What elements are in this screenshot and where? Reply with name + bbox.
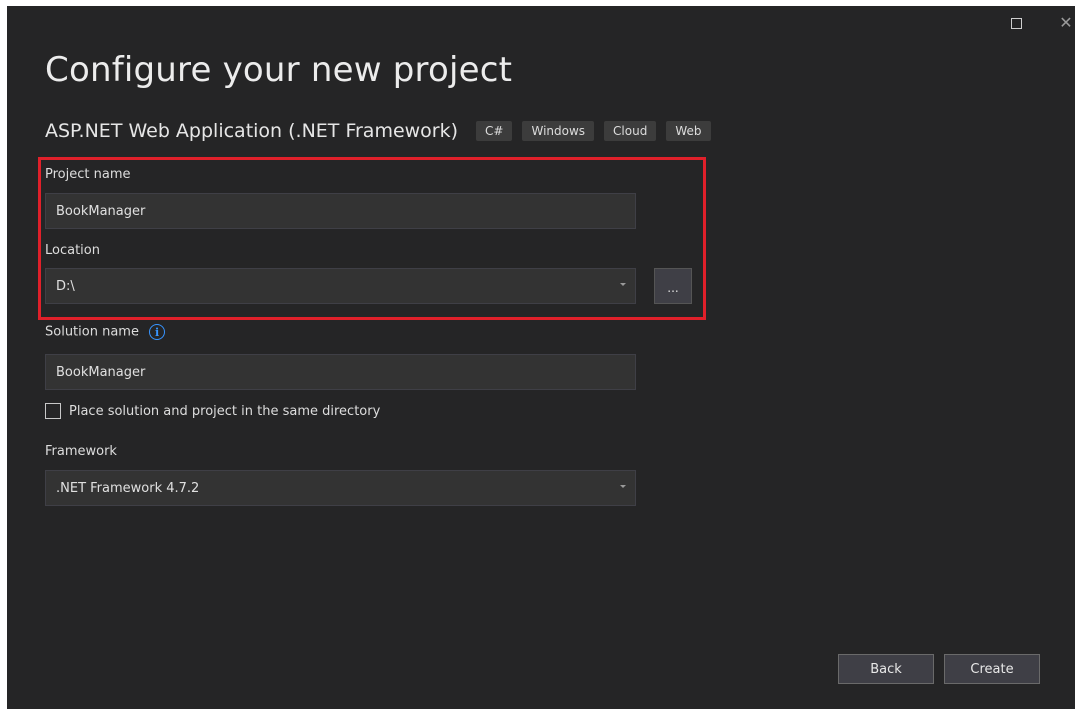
template-info-row: ASP.NET Web Application (.NET Framework)… — [45, 120, 721, 142]
info-icon[interactable]: i — [149, 324, 166, 340]
maximize-button[interactable] — [1003, 12, 1029, 34]
chevron-down-icon — [620, 485, 626, 488]
tag-csharp: C# — [476, 121, 513, 141]
template-name: ASP.NET Web Application (.NET Framework) — [45, 120, 459, 142]
maximize-icon — [1010, 17, 1022, 29]
tag-windows: Windows — [522, 121, 595, 141]
create-button-label: Create — [970, 661, 1014, 677]
tag-web: Web — [666, 121, 711, 141]
chevron-down-icon — [620, 283, 626, 286]
project-name-label: Project name — [45, 167, 131, 182]
configure-project-dialog: ✕ Configure your new project ASP.NET Web… — [7, 6, 1075, 709]
back-button-label: Back — [870, 661, 902, 677]
location-value: D:\ — [56, 278, 75, 294]
solution-name-value: BookManager — [56, 364, 146, 380]
same-directory-checkbox[interactable] — [45, 403, 61, 419]
project-name-input[interactable]: BookManager — [45, 193, 636, 229]
create-button[interactable]: Create — [944, 654, 1040, 684]
location-label: Location — [45, 243, 100, 258]
same-directory-option: Place solution and project in the same d… — [45, 403, 380, 419]
browse-location-button[interactable]: ... — [654, 268, 692, 304]
framework-value: .NET Framework 4.7.2 — [56, 480, 200, 496]
framework-combobox[interactable]: .NET Framework 4.7.2 — [45, 470, 636, 506]
project-name-value: BookManager — [56, 203, 146, 219]
back-button[interactable]: Back — [838, 654, 934, 684]
solution-name-input[interactable]: BookManager — [45, 354, 636, 390]
close-button[interactable]: ✕ — [1053, 12, 1075, 34]
same-directory-label[interactable]: Place solution and project in the same d… — [69, 404, 380, 419]
tag-cloud: Cloud — [604, 121, 657, 141]
solution-name-label: Solution name — [45, 324, 139, 340]
page-title: Configure your new project — [45, 50, 513, 90]
location-combobox[interactable]: D:\ — [45, 268, 636, 304]
browse-label: ... — [667, 281, 679, 295]
framework-label: Framework — [45, 444, 117, 459]
solution-name-label-row: Solution name i — [45, 324, 166, 340]
close-icon: ✕ — [1059, 13, 1073, 32]
